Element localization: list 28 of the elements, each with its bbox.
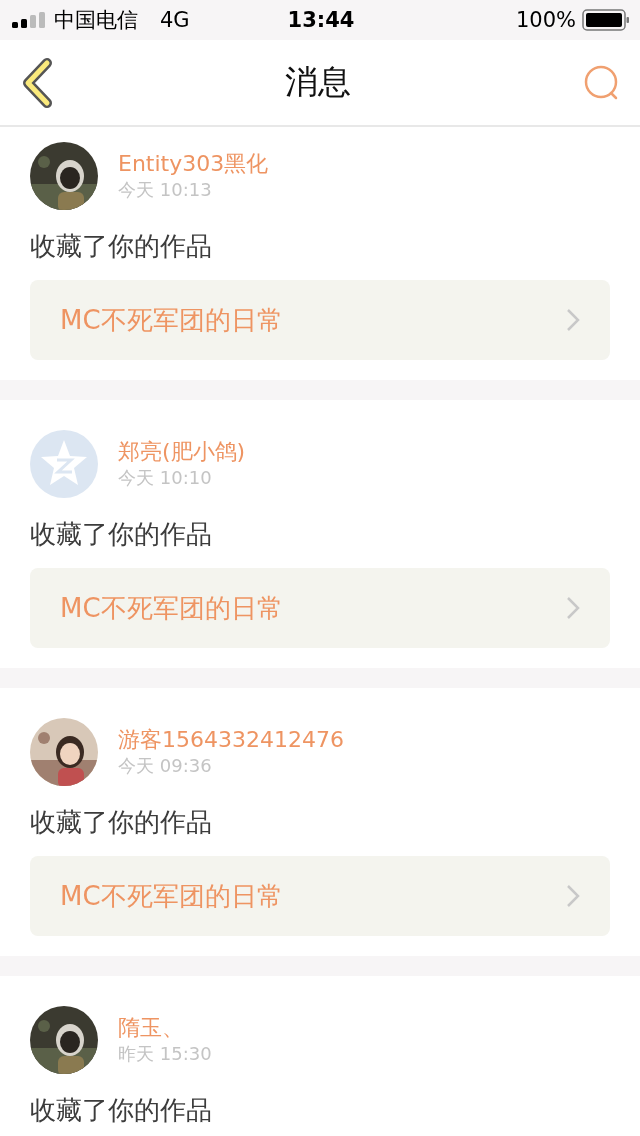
chevron-right-icon: [566, 596, 580, 620]
chevron-right-icon: [566, 884, 580, 908]
user-name[interactable]: 游客1564332412476: [118, 726, 344, 754]
message-time: 昨天 15:30: [118, 1042, 212, 1066]
signal-icon: [12, 12, 46, 28]
message-text: 收藏了你的作品: [30, 230, 213, 263]
message-text: 收藏了你的作品: [30, 518, 213, 551]
battery-percent: 100%: [515, 8, 576, 32]
back-icon: [20, 57, 54, 108]
page-title: 消息: [285, 61, 351, 103]
battery-icon: [582, 9, 630, 31]
work-link[interactable]: MC不死军团的日常: [30, 280, 610, 360]
clock-time: 13:44: [287, 8, 355, 32]
user-name[interactable]: 郑亮(肥小鸽): [118, 438, 246, 466]
message-text: 收藏了你的作品: [30, 806, 213, 839]
work-link[interactable]: MC不死军团的日常: [30, 568, 610, 648]
message-time: 今天 10:10: [118, 466, 213, 490]
user-name[interactable]: 隋玉、: [118, 1014, 212, 1042]
message-time: 今天 09:36: [118, 754, 213, 778]
chevron-right-icon: [566, 308, 580, 332]
work-link[interactable]: MC不死军团的日常: [30, 856, 610, 936]
message-time: 今天 10:13: [118, 178, 213, 202]
message-text: 收藏了你的作品: [30, 1094, 213, 1127]
user-name[interactable]: Entity303黑化: [118, 150, 269, 178]
carrier-name: 中国电信: [54, 7, 138, 34]
back-button[interactable]: [20, 57, 54, 108]
network-type: 4G: [160, 8, 190, 32]
default-avatar-icon: [30, 430, 98, 498]
